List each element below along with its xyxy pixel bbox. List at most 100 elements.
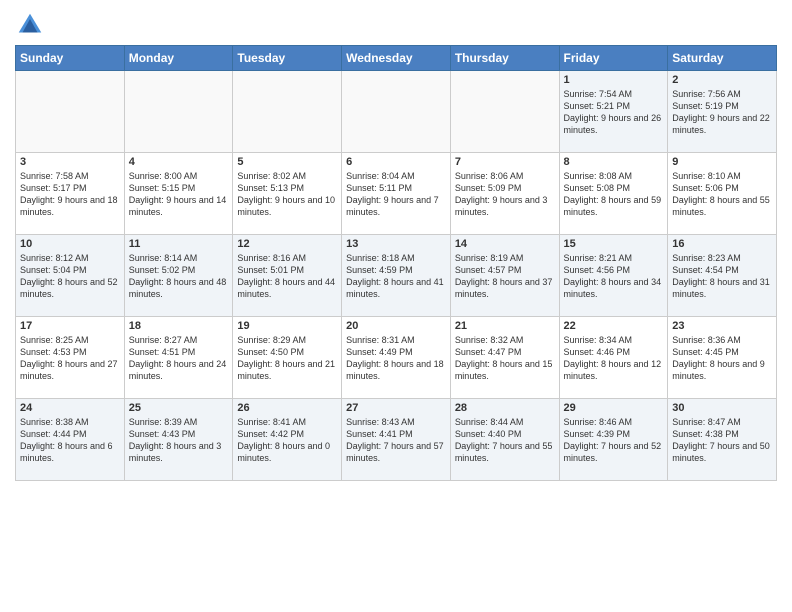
calendar-cell: 29Sunrise: 8:46 AM Sunset: 4:39 PM Dayli… [559,399,668,481]
day-number: 7 [455,156,555,168]
day-number: 11 [129,238,229,250]
day-info: Sunrise: 8:23 AM Sunset: 4:54 PM Dayligh… [672,252,772,301]
calendar-week-row: 1 Sunrise: 7:54 AM Sunset: 5:21 PM Daylig… [16,71,777,153]
day-number: 17 [20,320,120,332]
day-info: Sunrise: 8:04 AM Sunset: 5:11 PM Dayligh… [346,170,446,219]
day-number: 10 [20,238,120,250]
day-info: Sunrise: 7:54 AM Sunset: 5:21 PM Dayligh… [564,88,664,137]
day-number: 4 [129,156,229,168]
calendar-cell: 27 Sunrise: 8:43 AM Sunset: 4:41 PM Dayli… [342,399,451,481]
day-info: Sunrise: 8:31 AM Sunset: 4:49 PM Dayligh… [346,334,446,383]
calendar-cell [16,71,125,153]
weekday-header-cell: Tuesday [233,46,342,71]
calendar-cell [342,71,451,153]
day-info: Sunrise: 8:00 AM Sunset: 5:15 PM Dayligh… [129,170,229,219]
day-info: Sunrise: 8:21 AM Sunset: 4:56 PM Dayligh… [564,252,664,301]
day-info: Sunrise: 7:56 AM Sunset: 5:19 PM Dayligh… [672,88,772,137]
day-number: 3 [20,156,120,168]
day-number: 8 [564,156,664,168]
calendar-cell: 9Sunrise: 8:10 AM Sunset: 5:06 PM Daylig… [668,153,777,235]
calendar-cell: 19Sunrise: 8:29 AM Sunset: 4:50 PM Dayli… [233,317,342,399]
calendar-cell: 30 Sunrise: 8:47 AM Sunset: 4:38 PM Dayli… [668,399,777,481]
day-info: Sunrise: 8:44 AM Sunset: 4:40 PM Dayligh… [455,416,555,465]
day-info: Sunrise: 8:12 AM Sunset: 5:04 PM Dayligh… [20,252,120,301]
logo [15,10,49,40]
day-number: 22 [564,320,664,332]
calendar-cell: 6 Sunrise: 8:04 AM Sunset: 5:11 PM Daylig… [342,153,451,235]
calendar-cell: 23 Sunrise: 8:36 AM Sunset: 4:45 PM Dayli… [668,317,777,399]
calendar-cell: 17 Sunrise: 8:25 AM Sunset: 4:53 PM Dayli… [16,317,125,399]
calendar-table: SundayMondayTuesdayWednesdayThursdayFrid… [15,45,777,481]
calendar-cell: 25 Sunrise: 8:39 AM Sunset: 4:43 PM Dayli… [124,399,233,481]
weekday-header-cell: Thursday [450,46,559,71]
day-number: 29 [564,402,664,414]
calendar-cell [233,71,342,153]
day-info: Sunrise: 8:08 AM Sunset: 5:08 PM Dayligh… [564,170,664,219]
weekday-header-cell: Sunday [16,46,125,71]
calendar-body: 1 Sunrise: 7:54 AM Sunset: 5:21 PM Daylig… [16,71,777,481]
day-number: 5 [237,156,337,168]
day-number: 30 [672,402,772,414]
day-number: 2 [672,74,772,86]
day-number: 21 [455,320,555,332]
day-number: 1 [564,74,664,86]
day-number: 14 [455,238,555,250]
calendar-week-row: 10 Sunrise: 8:12 AM Sunset: 5:04 PM Dayli… [16,235,777,317]
calendar-cell: 5Sunrise: 8:02 AM Sunset: 5:13 PM Daylig… [233,153,342,235]
calendar-cell: 13Sunrise: 8:18 AM Sunset: 4:59 PM Dayli… [342,235,451,317]
day-number: 24 [20,402,120,414]
calendar-cell: 22 Sunrise: 8:34 AM Sunset: 4:46 PM Dayli… [559,317,668,399]
weekday-header-row: SundayMondayTuesdayWednesdayThursdayFrid… [16,46,777,71]
calendar-cell: 21 Sunrise: 8:32 AM Sunset: 4:47 PM Dayli… [450,317,559,399]
weekday-header-cell: Wednesday [342,46,451,71]
weekday-header-cell: Saturday [668,46,777,71]
calendar-cell: 18Sunrise: 8:27 AM Sunset: 4:51 PM Dayli… [124,317,233,399]
calendar-cell [124,71,233,153]
day-info: Sunrise: 8:47 AM Sunset: 4:38 PM Dayligh… [672,416,772,465]
day-info: Sunrise: 7:58 AM Sunset: 5:17 PM Dayligh… [20,170,120,219]
day-info: Sunrise: 8:39 AM Sunset: 4:43 PM Dayligh… [129,416,229,465]
calendar-cell: 11 Sunrise: 8:14 AM Sunset: 5:02 PM Dayli… [124,235,233,317]
day-info: Sunrise: 8:38 AM Sunset: 4:44 PM Dayligh… [20,416,120,465]
calendar-cell: 2 Sunrise: 7:56 AM Sunset: 5:19 PM Daylig… [668,71,777,153]
calendar-cell: 24 Sunrise: 8:38 AM Sunset: 4:44 PM Dayli… [16,399,125,481]
calendar-cell: 26Sunrise: 8:41 AM Sunset: 4:42 PM Dayli… [233,399,342,481]
day-info: Sunrise: 8:14 AM Sunset: 5:02 PM Dayligh… [129,252,229,301]
day-info: Sunrise: 8:27 AM Sunset: 4:51 PM Dayligh… [129,334,229,383]
day-number: 19 [237,320,337,332]
day-number: 28 [455,402,555,414]
day-number: 16 [672,238,772,250]
page-container: SundayMondayTuesdayWednesdayThursdayFrid… [0,0,792,486]
calendar-cell: 28 Sunrise: 8:44 AM Sunset: 4:40 PM Dayli… [450,399,559,481]
logo-icon [15,10,45,40]
day-info: Sunrise: 8:25 AM Sunset: 4:53 PM Dayligh… [20,334,120,383]
calendar-cell: 14 Sunrise: 8:19 AM Sunset: 4:57 PM Dayli… [450,235,559,317]
calendar-cell: 3 Sunrise: 7:58 AM Sunset: 5:17 PM Daylig… [16,153,125,235]
day-number: 23 [672,320,772,332]
calendar-cell [450,71,559,153]
day-info: Sunrise: 8:06 AM Sunset: 5:09 PM Dayligh… [455,170,555,219]
calendar-week-row: 3 Sunrise: 7:58 AM Sunset: 5:17 PM Daylig… [16,153,777,235]
calendar-cell: 20 Sunrise: 8:31 AM Sunset: 4:49 PM Dayli… [342,317,451,399]
day-number: 20 [346,320,446,332]
day-info: Sunrise: 8:19 AM Sunset: 4:57 PM Dayligh… [455,252,555,301]
calendar-week-row: 24 Sunrise: 8:38 AM Sunset: 4:44 PM Dayli… [16,399,777,481]
day-number: 15 [564,238,664,250]
day-info: Sunrise: 8:41 AM Sunset: 4:42 PM Dayligh… [237,416,337,465]
calendar-cell: 16 Sunrise: 8:23 AM Sunset: 4:54 PM Dayli… [668,235,777,317]
day-info: Sunrise: 8:36 AM Sunset: 4:45 PM Dayligh… [672,334,772,383]
day-number: 6 [346,156,446,168]
day-number: 9 [672,156,772,168]
calendar-cell: 15 Sunrise: 8:21 AM Sunset: 4:56 PM Dayli… [559,235,668,317]
day-number: 25 [129,402,229,414]
calendar-cell: 10 Sunrise: 8:12 AM Sunset: 5:04 PM Dayli… [16,235,125,317]
day-info: Sunrise: 8:32 AM Sunset: 4:47 PM Dayligh… [455,334,555,383]
day-number: 27 [346,402,446,414]
weekday-header-cell: Monday [124,46,233,71]
day-info: Sunrise: 8:43 AM Sunset: 4:41 PM Dayligh… [346,416,446,465]
calendar-cell: 4 Sunrise: 8:00 AM Sunset: 5:15 PM Daylig… [124,153,233,235]
day-info: Sunrise: 8:34 AM Sunset: 4:46 PM Dayligh… [564,334,664,383]
calendar-cell: 1 Sunrise: 7:54 AM Sunset: 5:21 PM Daylig… [559,71,668,153]
day-info: Sunrise: 8:16 AM Sunset: 5:01 PM Dayligh… [237,252,337,301]
weekday-header-cell: Friday [559,46,668,71]
